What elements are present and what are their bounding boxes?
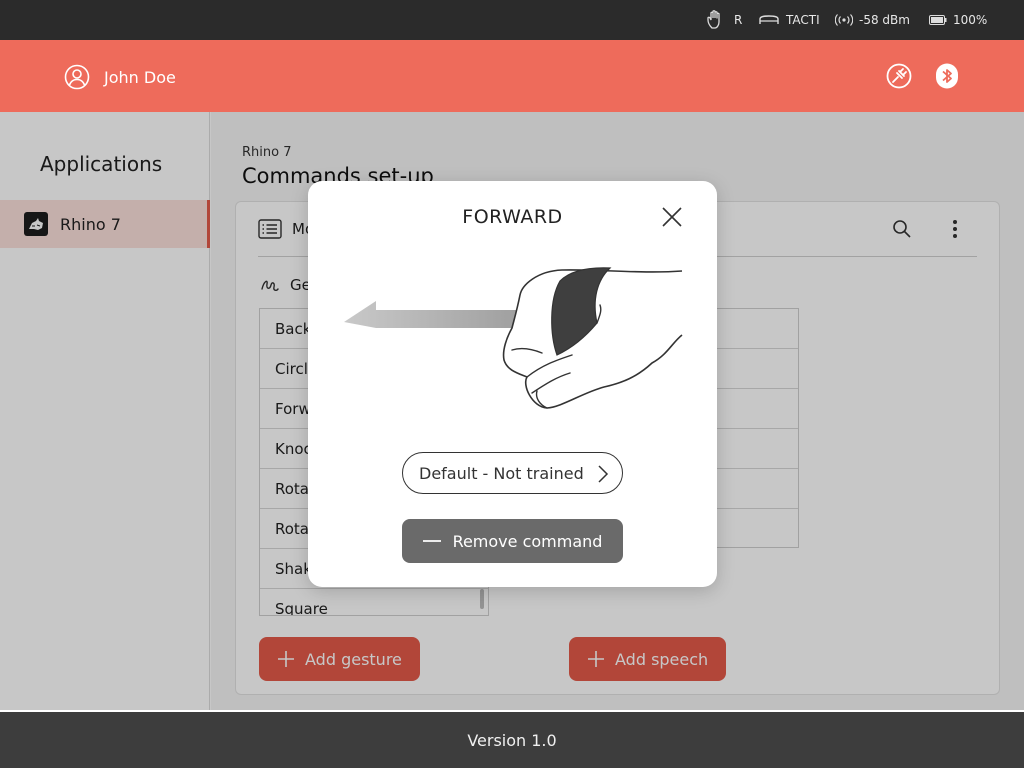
- remove-command-button[interactable]: Remove command: [402, 519, 623, 563]
- user-icon: [64, 64, 90, 90]
- close-button[interactable]: [660, 205, 684, 229]
- gesture-detail-dialog: FORWARD Default - Not trained Remove com…: [308, 181, 717, 587]
- status-bar: R TACTI -58 dBm 100%: [0, 0, 1024, 40]
- version-label: Version 1.0: [467, 730, 557, 750]
- gesture-illustration: [342, 265, 684, 413]
- forward-gesture-hand-icon: [344, 267, 683, 409]
- signal-icon: [835, 14, 853, 26]
- chevron-right-icon: [598, 465, 609, 483]
- ring-device-icon: [759, 15, 779, 24]
- footer: Version 1.0: [0, 712, 1024, 768]
- user-name: John Doe: [104, 67, 176, 87]
- training-status-label: Default - Not trained: [419, 463, 584, 483]
- close-icon: [662, 207, 682, 227]
- hand-icon: [707, 10, 720, 29]
- app-header: John Doe: [0, 40, 1024, 112]
- battery-label: 100%: [953, 13, 988, 27]
- minus-icon: [422, 540, 441, 542]
- hand-label: R: [734, 13, 743, 27]
- bluetooth-icon: [936, 63, 958, 89]
- connection-button[interactable]: [886, 63, 912, 89]
- dialog-title: FORWARD: [462, 206, 563, 228]
- plug-icon: [886, 63, 912, 89]
- user-profile[interactable]: John Doe: [64, 64, 176, 90]
- device-label: TACTI: [786, 13, 820, 27]
- hand-indicator: R: [706, 0, 742, 40]
- signal-indicator: -58 dBm: [835, 0, 910, 40]
- signal-label: -58 dBm: [859, 13, 910, 27]
- battery-indicator: 100%: [929, 0, 987, 40]
- device-indicator: TACTI: [758, 0, 820, 40]
- bluetooth-button[interactable]: [934, 63, 960, 89]
- training-status-button[interactable]: Default - Not trained: [402, 452, 623, 494]
- battery-icon: [929, 15, 947, 25]
